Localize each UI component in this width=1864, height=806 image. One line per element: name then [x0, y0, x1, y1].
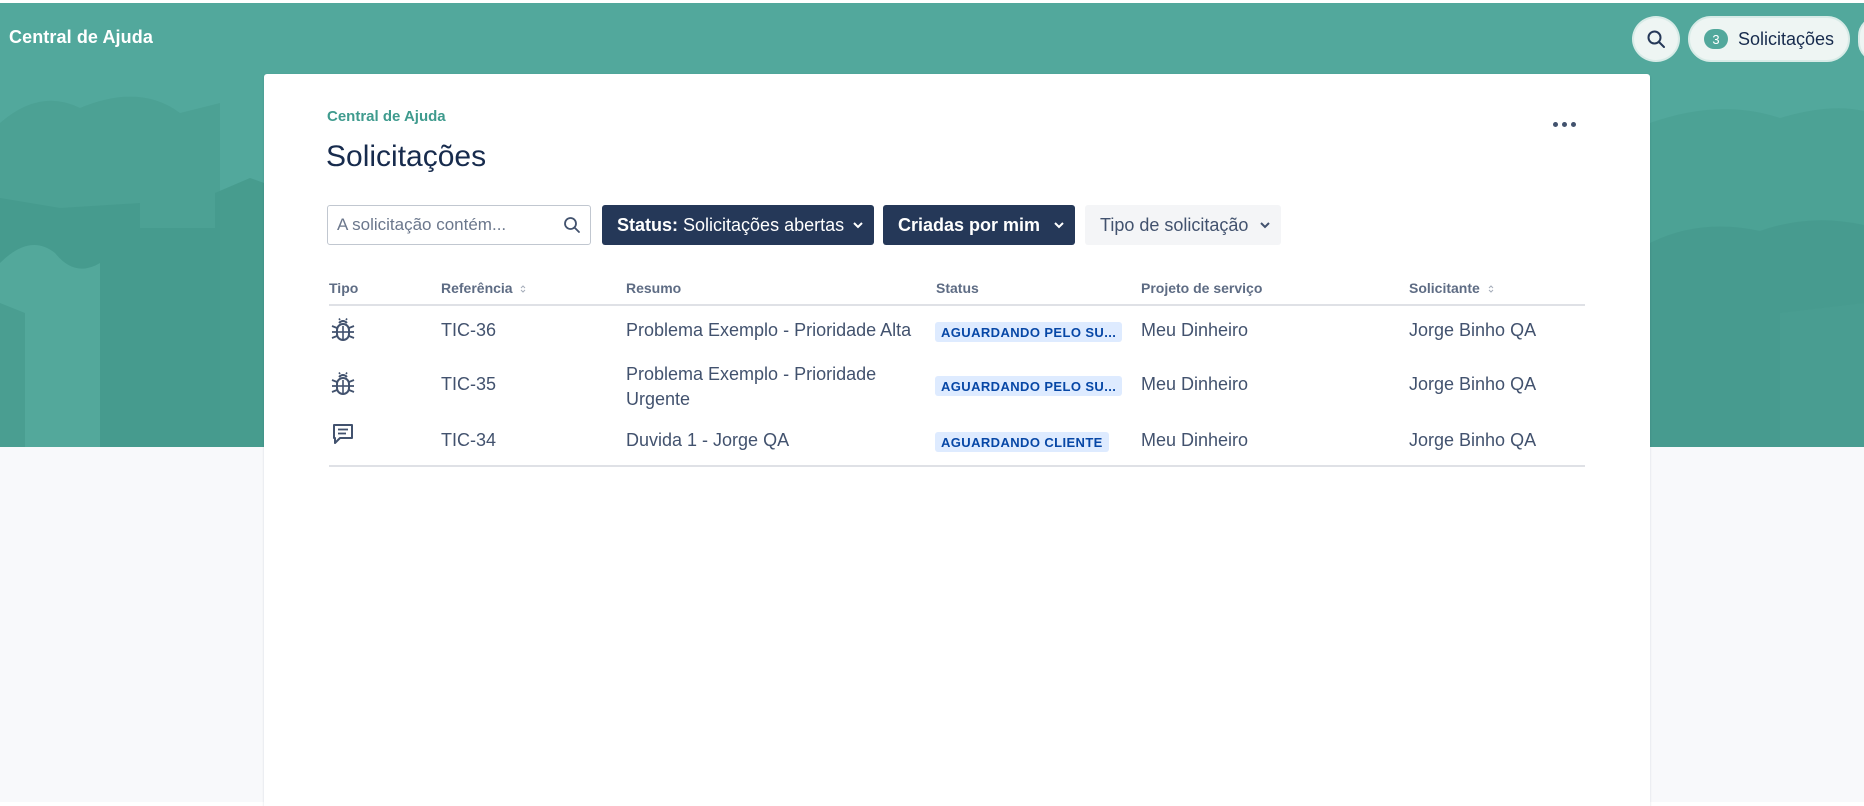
- brand-title[interactable]: Central de Ajuda: [9, 27, 153, 48]
- row-project: Meu Dinheiro: [1141, 320, 1249, 340]
- more-dot-icon: [1570, 121, 1576, 127]
- row-requester-name: Jorge Binho QA: [1409, 320, 1537, 340]
- column-header-requester[interactable]: Solicitante: [1409, 280, 1494, 296]
- request-type-filter-button[interactable]: Tipo de solicitação: [1085, 205, 1281, 245]
- status-lozenge: AGUARDANDO PELO SU...: [935, 322, 1123, 342]
- status-filter-button[interactable]: Status: Solicitações abertas: [602, 205, 874, 245]
- row-requester-name: Jorge Binho QA: [1409, 374, 1537, 394]
- row-reference[interactable]: TIC-34: [441, 430, 496, 451]
- main-card: Central de Ajuda Solicitações Status: So…: [264, 74, 1650, 806]
- request-search-box[interactable]: [327, 205, 591, 245]
- row-requester: Jorge Binho QA: [1409, 430, 1536, 451]
- sort-icon: [521, 285, 526, 294]
- row-project: Meu Dinheiro: [1141, 374, 1249, 394]
- column-header-requester-label: Solicitante: [1409, 280, 1480, 296]
- table-header-divider: [329, 304, 1585, 306]
- bug-icon: [331, 318, 355, 341]
- column-header-type: Tipo: [329, 280, 359, 296]
- sort-icon: [1488, 285, 1494, 294]
- column-header-project: Projeto de serviço: [1141, 280, 1263, 296]
- column-header-status: Status: [936, 280, 979, 296]
- status-filter-prefix: Status:: [617, 214, 679, 235]
- requests-button[interactable]: 3 Solicitações: [1688, 16, 1850, 62]
- table-row[interactable]: TIC-34 Duvida 1 - Jorge QA AGUARDANDO CL…: [329, 418, 1585, 464]
- created-by-filter-label: Criadas por mim: [898, 214, 1041, 235]
- page: Central de Ajuda 3 Solicitações Central …: [0, 0, 1864, 806]
- row-summary[interactable]: Problema Exemplo - Prioridade Urgente: [626, 362, 926, 412]
- row-requester-name: Jorge Binho QA: [1409, 430, 1537, 450]
- breadcrumb[interactable]: Central de Ajuda: [327, 108, 446, 125]
- column-header-reference-label: Referência: [441, 280, 513, 296]
- row-requester: Jorge Binho QA: [1409, 374, 1536, 395]
- row-requester: Jorge Binho QA: [1409, 320, 1536, 341]
- chevron-down-icon: [1054, 222, 1064, 229]
- column-header-summary: Resumo: [626, 280, 682, 296]
- chevron-down-icon: [853, 222, 863, 229]
- requests-label: Solicitações: [1738, 28, 1835, 49]
- requests-count-badge: 3: [1704, 29, 1728, 49]
- more-dot-icon: [1561, 121, 1567, 127]
- more-actions-button[interactable]: [1544, 112, 1584, 136]
- created-by-filter-button[interactable]: Criadas por mim: [883, 205, 1075, 245]
- status-lozenge: AGUARDANDO CLIENTE: [935, 432, 1109, 452]
- header-search-button[interactable]: [1632, 16, 1680, 62]
- chevron-down-icon: [1260, 222, 1270, 229]
- comment-icon: [333, 424, 353, 444]
- bug-icon: [331, 372, 355, 395]
- row-reference[interactable]: TIC-36: [441, 320, 496, 341]
- row-summary[interactable]: Problema Exemplo - Prioridade Alta: [626, 320, 911, 341]
- table-row[interactable]: TIC-36 Problema Exemplo - Prioridade Alt…: [329, 318, 1585, 362]
- more-dot-icon: [1552, 121, 1558, 127]
- row-reference[interactable]: TIC-35: [441, 374, 496, 395]
- status-filter-value: Solicitações abertas: [683, 214, 845, 235]
- request-search-input[interactable]: [328, 206, 548, 244]
- page-title: Solicitações: [326, 140, 487, 173]
- request-type-filter-label: Tipo de solicitação: [1100, 214, 1249, 235]
- row-summary[interactable]: Duvida 1 - Jorge QA: [626, 430, 789, 451]
- search-icon: [1647, 30, 1665, 48]
- search-icon[interactable]: [563, 216, 581, 234]
- column-header-reference[interactable]: Referência: [441, 280, 526, 296]
- table-row[interactable]: TIC-35 Problema Exemplo - Prioridade Urg…: [329, 362, 1585, 418]
- table-bottom-divider: [329, 465, 1585, 467]
- row-project: Meu Dinheiro: [1141, 430, 1249, 450]
- status-lozenge: AGUARDANDO PELO SU...: [935, 376, 1123, 396]
